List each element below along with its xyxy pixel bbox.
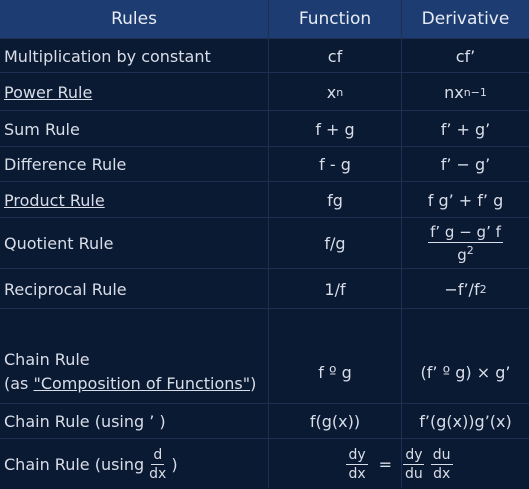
- rule-name: Chain Rule (using d dx ): [4, 439, 266, 489]
- dy-du-fraction: dy du: [403, 447, 425, 482]
- derivative-cell: (f’ º g) × g’: [420, 362, 511, 382]
- table-row: Power Rule xn nx n−1: [0, 72, 529, 111]
- table-row: Chain Rule (using ’ ) f(g(x)) f’(g(x))g’…: [0, 403, 529, 439]
- derivative-cell: cf’: [455, 46, 476, 66]
- rule-name: Difference Rule: [4, 155, 127, 174]
- table-row: Difference Rule f - g f’ − g’: [0, 146, 529, 182]
- derivative-cell: f’ + g’: [440, 119, 491, 139]
- fraction-numerator: dy: [346, 446, 368, 465]
- header-rules: Rules: [0, 0, 268, 39]
- derivative-exponent: 2: [479, 282, 487, 296]
- rule-name: Chain Rule (using ’ ): [4, 412, 166, 431]
- quotient-derivative-fraction: f’ g − g’ f g2: [428, 223, 503, 264]
- derivative-cell: nx n−1: [402, 73, 529, 111]
- header-function: Function: [269, 0, 401, 39]
- table-row: Reciprocal Rule 1/f −f’/f 2: [0, 268, 529, 309]
- d-dx-fraction: d dx: [147, 447, 168, 482]
- function-cell: f(g(x)): [309, 412, 361, 431]
- product-rule-link[interactable]: Product Rule: [4, 191, 105, 210]
- function-cell: f/g: [324, 234, 346, 253]
- subtitle-prefix: (as: [4, 374, 34, 393]
- function-cell: f - g: [319, 155, 351, 174]
- table-row: Chain Rule (using d dx ) dy dx = dy du d…: [0, 438, 529, 489]
- function-cell: fg: [327, 190, 343, 210]
- function-cell: f º g: [318, 362, 352, 382]
- fraction-denominator: dx: [433, 465, 451, 482]
- fraction-numerator: dy: [403, 446, 425, 465]
- fraction-denominator: dx: [348, 465, 366, 482]
- rule-name: Multiplication by constant: [4, 46, 211, 66]
- fraction-numerator: du: [430, 446, 453, 465]
- composition-of-functions-link[interactable]: "Composition of Functions": [33, 374, 250, 393]
- function-cell: 1/f: [324, 279, 346, 299]
- fraction-denominator: du: [405, 465, 423, 482]
- table-row: Multiplication by constant cf cf’: [0, 38, 529, 73]
- function-cell: xn: [270, 73, 400, 111]
- chain-rule-subtitle: (as "Composition of Functions"): [4, 372, 256, 396]
- table-row: Chain Rule (as "Composition of Functions…: [0, 308, 529, 404]
- fraction-numerator: d: [151, 446, 165, 465]
- function-exponent: n: [336, 85, 344, 99]
- derivative-rules-table: Rules Function Derivative Multiplication…: [0, 0, 529, 488]
- derivative-cell: f’(g(x))g’(x): [419, 412, 512, 431]
- du-dx-fraction: du dx: [430, 446, 453, 482]
- leibniz-formula: dy dx = dy du du dx: [270, 439, 529, 489]
- equals-sign: =: [378, 454, 393, 474]
- table-row: Quotient Rule f/g f’ g − g’ f g2: [0, 217, 529, 269]
- rule-name: Sum Rule: [4, 119, 80, 139]
- power-rule-link[interactable]: Power Rule: [4, 83, 92, 102]
- subtitle-suffix: ): [250, 374, 257, 393]
- derivative-base: nx: [444, 82, 464, 102]
- rule-name: Chain Rule (as "Composition of Functions…: [4, 309, 266, 404]
- derivative-cell: f’ g − g’ f g2: [402, 218, 529, 269]
- fraction-denominator: g2: [455, 243, 476, 264]
- rule-suffix: ): [171, 454, 178, 474]
- function-cell: cf: [327, 46, 343, 66]
- rule-prefix: Chain Rule (using: [4, 454, 145, 474]
- fraction-denominator: dx: [149, 465, 167, 482]
- rule-name: Power Rule: [4, 73, 266, 111]
- derivative-cell: −f’/f 2: [402, 269, 529, 309]
- dy-dx-fraction: dy dx: [346, 446, 368, 482]
- fraction-numerator: f’ g − g’ f: [428, 223, 503, 243]
- table-row: Product Rule fg f g’ + f’ g: [0, 181, 529, 218]
- derivative-base: −f’/f: [444, 279, 480, 299]
- function-base: x: [326, 82, 337, 102]
- derivative-cell: f’ − g’: [440, 155, 491, 174]
- rule-name: Quotient Rule: [4, 234, 114, 253]
- rule-name: Reciprocal Rule: [4, 279, 127, 299]
- denominator-exponent: 2: [466, 244, 474, 257]
- function-cell: f + g: [315, 119, 355, 139]
- denominator-base: g: [457, 246, 467, 264]
- table-row: Sum Rule f + g f’ + g’: [0, 110, 529, 147]
- derivative-cell: f g’ + f’ g: [427, 190, 504, 210]
- chain-rule-title: Chain Rule: [4, 350, 90, 369]
- derivative-exponent: n−1: [463, 85, 487, 99]
- rule-name: Product Rule: [4, 182, 266, 218]
- header-derivative: Derivative: [402, 0, 529, 39]
